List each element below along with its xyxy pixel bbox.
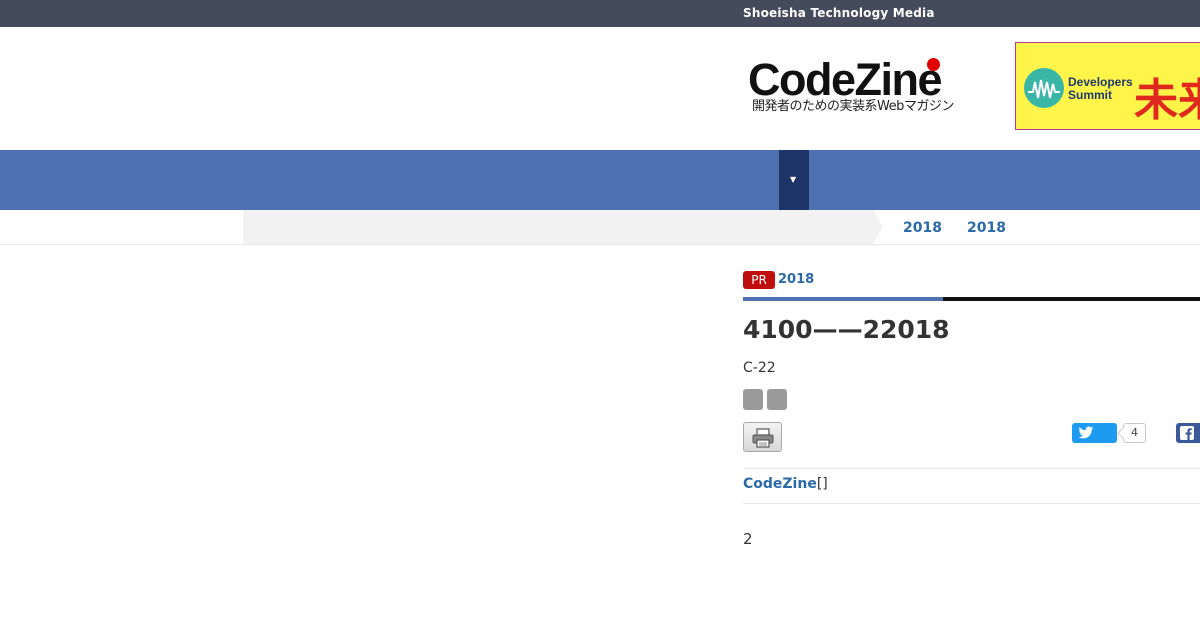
site-logo[interactable]: CodeZine 開発者のための実装系Webマガジン: [748, 54, 973, 118]
article-lead: CodeZine[]: [743, 475, 828, 493]
title-rule-accent: [743, 297, 943, 301]
article-title: 4100——22018: [743, 315, 950, 344]
breadcrumb-item[interactable]: 2018: [903, 220, 942, 236]
breadcrumb-home-segment: [243, 210, 873, 244]
category-link[interactable]: 2018: [778, 272, 814, 288]
tag-chip[interactable]: [743, 389, 763, 410]
lead-divider-top: [743, 468, 1200, 469]
facebook-icon: [1180, 426, 1194, 440]
article-subtitle: C-22: [743, 360, 776, 376]
banner-text-summit: Summit: [1068, 88, 1113, 102]
event-banner-ad[interactable]: Developers Summit 未来: [1015, 42, 1200, 130]
article-body: 2: [743, 530, 753, 548]
tweet-count: 4: [1123, 423, 1146, 443]
network-title[interactable]: Shoeisha Technology Media: [743, 6, 935, 20]
breadcrumb-item[interactable]: 2018: [967, 220, 1006, 236]
breadcrumb: 2018 2018: [0, 210, 1200, 245]
tweet-button[interactable]: [1072, 423, 1117, 443]
logo-wordmark: CodeZine: [748, 54, 943, 105]
lead-suffix: []: [816, 476, 828, 492]
breadcrumb-separator: [873, 210, 883, 244]
logo-tagline: 開発者のための実装系Webマガジン: [752, 99, 954, 114]
tag-chip[interactable]: [767, 389, 787, 410]
pr-badge: PR: [743, 271, 775, 289]
lead-divider-bottom: [743, 503, 1200, 504]
nav-dropdown-toggle[interactable]: ▼: [779, 150, 809, 210]
title-rule: [943, 297, 1200, 301]
twitter-bird-icon: [1078, 426, 1094, 439]
devsumi-logo-icon: [1024, 68, 1064, 108]
top-bar: Shoeisha Technology Media: [0, 0, 1200, 27]
banner-headline: 未来: [1134, 75, 1200, 126]
main-nav: ▼: [0, 150, 1200, 210]
printer-icon: [752, 428, 774, 448]
logo-dot: [927, 58, 940, 71]
print-button[interactable]: [743, 422, 782, 452]
caret-down-icon: ▼: [790, 175, 797, 184]
codezine-link[interactable]: CodeZine: [743, 476, 817, 492]
facebook-share-button[interactable]: [1176, 423, 1200, 443]
